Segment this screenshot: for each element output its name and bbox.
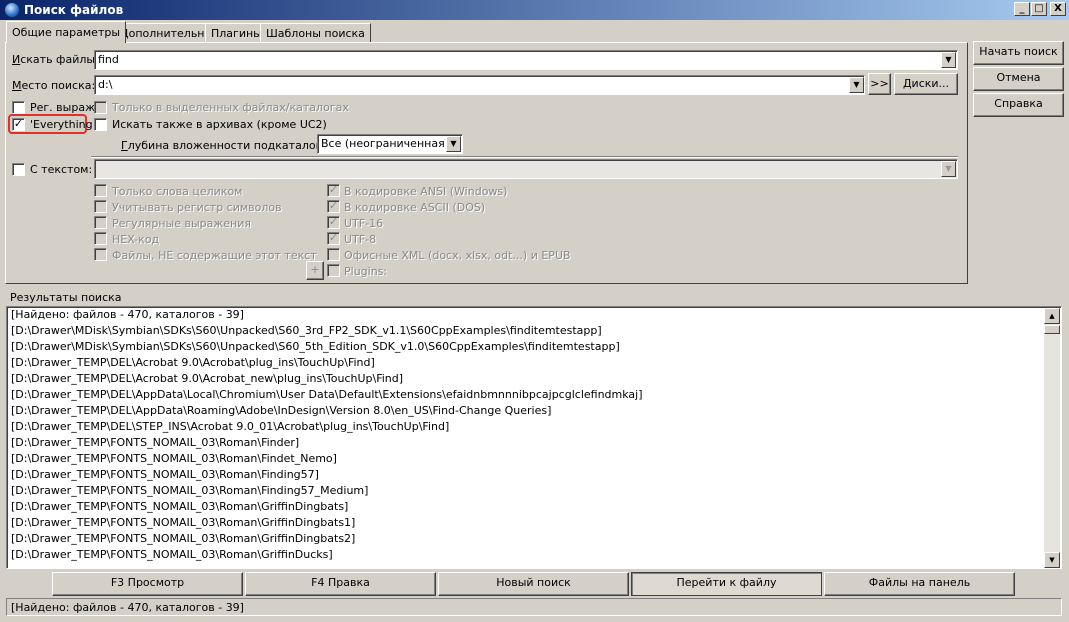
- whole-words-label: Только слова целиком: [112, 185, 243, 198]
- window-title: Поиск файлов: [24, 3, 124, 17]
- scroll-up-icon[interactable]: ▲: [1044, 308, 1060, 324]
- with-text-label: С текстом:: [30, 163, 93, 176]
- maximize-button[interactable]: □: [1031, 2, 1047, 16]
- with-text-dropdown-icon[interactable]: ▼: [941, 161, 956, 177]
- new-search-button[interactable]: Новый поиск: [438, 572, 629, 596]
- regex-checkbox[interactable]: [12, 101, 25, 114]
- ascii-label: В кодировке ASCII (DOS): [344, 201, 486, 214]
- tab-search-templates[interactable]: Шаблоны поиска: [260, 23, 371, 42]
- case-sensitive-checkbox[interactable]: [94, 200, 107, 213]
- drives-button[interactable]: Диски...: [894, 73, 958, 95]
- list-item[interactable]: [D:\Drawer_TEMP\FONTS_NOMAIL_03\Roman\Gr…: [11, 547, 333, 563]
- hex-code-checkbox[interactable]: [94, 232, 107, 245]
- ascii-checkbox[interactable]: ✓: [327, 200, 340, 213]
- regexp-text-checkbox[interactable]: [94, 216, 107, 229]
- results-scrollbar[interactable]: ▲ ▼: [1044, 308, 1060, 568]
- plugins-label: Plugins:: [344, 265, 388, 278]
- view-button[interactable]: F3 Просмотр: [52, 572, 243, 596]
- utf8-checkbox[interactable]: ✓: [327, 232, 340, 245]
- goto-file-button[interactable]: Перейти к файлу: [631, 572, 822, 596]
- start-search-button[interactable]: Начать поиск: [973, 41, 1064, 65]
- scroll-thumb[interactable]: [1044, 325, 1060, 334]
- tab-general[interactable]: Общие параметры: [6, 21, 127, 43]
- depth-select[interactable]: Все (неограниченная): [317, 134, 463, 154]
- whole-words-checkbox[interactable]: [94, 184, 107, 197]
- list-item[interactable]: [D:\Drawer_TEMP\DEL\AppData\Local\Chromi…: [11, 387, 643, 403]
- depth-label: Глубина вложенности подкаталогов:: [121, 139, 339, 152]
- list-item[interactable]: [D:\Drawer_TEMP\FONTS_NOMAIL_03\Roman\Fi…: [11, 435, 299, 451]
- scroll-down-icon[interactable]: ▼: [1044, 552, 1060, 568]
- list-item[interactable]: [D:\Drawer\MDisk\Symbian\SDKs\S60\Unpack…: [11, 339, 620, 355]
- utf16-checkbox[interactable]: ✓: [327, 216, 340, 229]
- app-globe-icon: [4, 2, 20, 18]
- search-files-dropdown-icon[interactable]: ▼: [941, 52, 956, 68]
- search-place-label: Место поиска:: [12, 79, 96, 92]
- list-item[interactable]: [D:\Drawer_TEMP\DEL\AppData\Roaming\Adob…: [11, 403, 551, 419]
- minimize-button[interactable]: _: [1014, 2, 1030, 16]
- browse-button[interactable]: >>: [868, 73, 891, 95]
- ansi-label: В кодировке ANSI (Windows): [344, 185, 508, 198]
- with-text-checkbox[interactable]: [12, 163, 25, 176]
- list-item[interactable]: [D:\Drawer_TEMP\FONTS_NOMAIL_03\Roman\Gr…: [11, 531, 355, 547]
- list-item[interactable]: [D:\Drawer_TEMP\FONTS_NOMAIL_03\Roman\Fi…: [11, 483, 368, 499]
- selected-only-label: Только в выделенных файлах/каталогах: [112, 101, 349, 114]
- list-item[interactable]: [D:\Drawer_TEMP\FONTS_NOMAIL_03\Roman\Gr…: [11, 515, 355, 531]
- office-xml-label: Офисные XML (docx, xlsx, odt...) и EPUB: [344, 249, 571, 262]
- results-summary-line[interactable]: [Найдено: файлов - 470, каталогов - 39]: [11, 307, 244, 323]
- ansi-checkbox[interactable]: ✓: [327, 184, 340, 197]
- regex-label: Рег. выраж: [30, 101, 95, 114]
- regexp-text-label: Регулярные выражения: [112, 217, 251, 230]
- not-containing-checkbox[interactable]: [94, 248, 107, 261]
- results-list[interactable]: [Найдено: файлов - 470, каталогов - 39] …: [6, 306, 1062, 569]
- title-bar: Поиск файлов _ □ X: [0, 0, 1069, 20]
- office-xml-checkbox[interactable]: [327, 248, 340, 261]
- search-place-dropdown-icon[interactable]: ▼: [849, 77, 864, 93]
- list-item[interactable]: [D:\Drawer_TEMP\DEL\STEP_INS\Acrobat 9.0…: [11, 419, 449, 435]
- utf8-label: UTF-8: [344, 233, 377, 246]
- search-files-input[interactable]: find: [94, 50, 958, 70]
- edit-button[interactable]: F4 Правка: [245, 572, 436, 596]
- utf16-label: UTF-16: [344, 217, 384, 230]
- list-item[interactable]: [D:\Drawer_TEMP\DEL\Acrobat 9.0\Acrobat\…: [11, 355, 375, 371]
- tab-plugins[interactable]: Плагины: [205, 23, 268, 42]
- list-item[interactable]: [D:\Drawer_TEMP\FONTS_NOMAIL_03\Roman\Fi…: [11, 467, 319, 483]
- case-sensitive-label: Учитывать регистр символов: [112, 201, 282, 214]
- with-text-input[interactable]: [94, 159, 958, 179]
- everything-label: 'Everything: [30, 118, 93, 131]
- list-item[interactable]: [D:\Drawer_TEMP\FONTS_NOMAIL_03\Roman\Fi…: [11, 451, 337, 467]
- tab-advanced[interactable]: Дополнительно: [114, 23, 218, 42]
- list-item[interactable]: [D:\Drawer_TEMP\FONTS_NOMAIL_03\Roman\Gr…: [11, 499, 348, 515]
- selected-only-checkbox[interactable]: [94, 101, 107, 114]
- close-button[interactable]: X: [1050, 2, 1066, 16]
- cancel-button[interactable]: Отмена: [973, 67, 1064, 91]
- depth-dropdown-icon[interactable]: ▼: [446, 136, 461, 152]
- everything-checkbox[interactable]: ✓: [12, 118, 25, 131]
- help-button[interactable]: Справка: [973, 93, 1064, 117]
- archives-label: Искать также в архивах (кроме UC2): [112, 118, 327, 131]
- list-item[interactable]: [D:\Drawer_TEMP\DEL\Acrobat 9.0\Acrobat_…: [11, 371, 403, 387]
- files-to-panel-button[interactable]: Файлы на панель: [824, 572, 1015, 596]
- search-place-input[interactable]: d:\: [94, 75, 865, 95]
- plugins-plus-button[interactable]: +: [306, 261, 324, 280]
- hex-code-label: HEX-код: [112, 233, 160, 246]
- section-divider: [91, 156, 958, 158]
- plugins-checkbox[interactable]: [327, 264, 340, 277]
- not-containing-label: Файлы, НЕ содержащие этот текст: [112, 249, 317, 262]
- archives-checkbox[interactable]: [94, 118, 107, 131]
- search-files-label: Искать файлы:: [12, 53, 99, 66]
- list-item[interactable]: [D:\Drawer\MDisk\Symbian\SDKs\S60\Unpack…: [11, 323, 602, 339]
- status-bar: [Найдено: файлов - 470, каталогов - 39]: [6, 598, 1062, 616]
- results-header: Результаты поиска: [10, 291, 122, 304]
